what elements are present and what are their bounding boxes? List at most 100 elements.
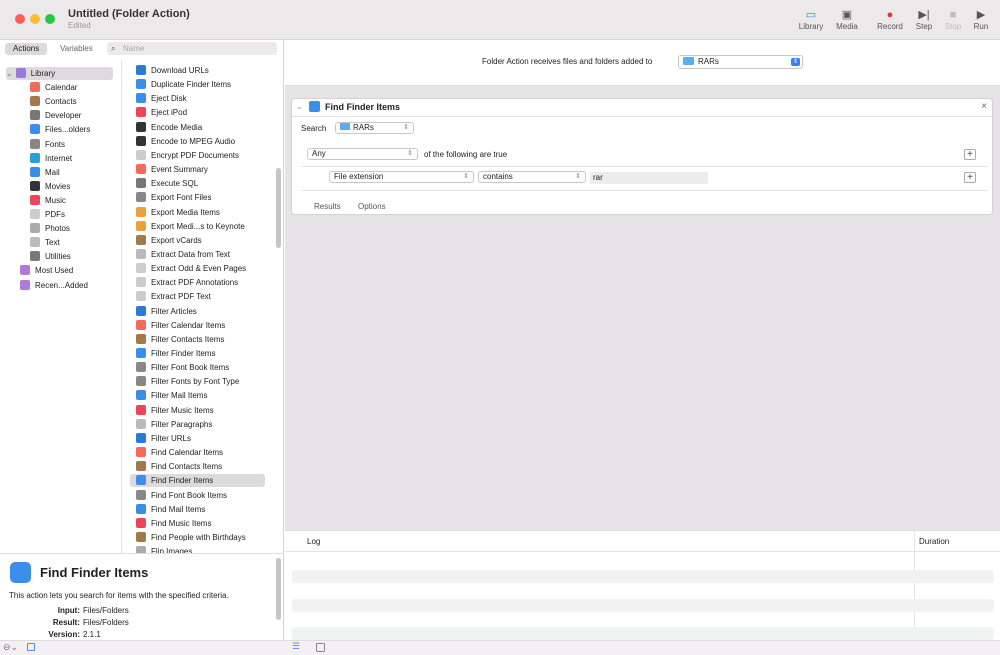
- workflow-header: Folder Action receives files and folders…: [285, 40, 1000, 86]
- music-icon: [30, 195, 40, 205]
- chevron-down-icon[interactable]: ⌄: [6, 69, 13, 78]
- action-list-item[interactable]: Extract PDF Annotations: [130, 276, 265, 289]
- list-view-icon[interactable]: ☰: [292, 641, 300, 652]
- action-list-item[interactable]: Filter Finder Items: [130, 347, 265, 360]
- action-list-item[interactable]: Find Finder Items: [130, 474, 265, 487]
- action-list-item[interactable]: Find Font Book Items: [130, 489, 265, 502]
- tab-variables[interactable]: Variables: [52, 43, 101, 55]
- sidebar-item-pdfs[interactable]: PDFs: [30, 208, 65, 221]
- action-list-item[interactable]: Event Summary: [130, 163, 265, 176]
- action-icon: [136, 461, 146, 471]
- operator-select[interactable]: contains⇕: [478, 171, 586, 183]
- record-button[interactable]: ●Record: [872, 8, 908, 31]
- action-list-item[interactable]: Filter Music Items: [130, 404, 265, 417]
- sidebar-item-calendar[interactable]: Calendar: [30, 81, 77, 94]
- action-list-item[interactable]: Filter URLs: [130, 432, 265, 445]
- log-column-header[interactable]: Log: [307, 537, 320, 546]
- input-value: Files/Folders: [83, 606, 129, 615]
- action-list-item[interactable]: Execute SQL: [130, 177, 265, 190]
- action-icon: [136, 518, 146, 528]
- action-list-item[interactable]: Encrypt PDF Documents: [130, 149, 265, 162]
- search-placeholder: Name: [123, 44, 144, 53]
- action-list-item[interactable]: Find People with Birthdays: [130, 531, 265, 544]
- action-list-item[interactable]: Flip Images: [130, 545, 265, 553]
- close-icon[interactable]: ×: [981, 101, 987, 112]
- tab-actions[interactable]: Actions: [5, 43, 47, 55]
- sidebar-item-movies[interactable]: Movies: [30, 180, 70, 193]
- action-label: Filter Font Book Items: [151, 363, 229, 372]
- tab-options[interactable]: Options: [358, 202, 386, 211]
- sidebar-item-mail[interactable]: Mail: [30, 166, 60, 179]
- sidebar-item-developer[interactable]: Developer: [30, 109, 81, 122]
- action-list-item[interactable]: Filter Mail Items: [130, 389, 265, 402]
- action-list-item[interactable]: Extract Odd & Even Pages: [130, 262, 265, 275]
- action-icon: [136, 348, 146, 358]
- run-button[interactable]: ▶Run: [963, 8, 999, 31]
- action-list-item[interactable]: Find Mail Items: [130, 503, 265, 516]
- description-toggle-icon[interactable]: [27, 643, 35, 651]
- search-folder-select[interactable]: RARs⇕: [335, 122, 414, 134]
- action-list-item[interactable]: Find Contacts Items: [130, 460, 265, 473]
- action-label: Event Summary: [151, 165, 208, 174]
- action-list-item[interactable]: Encode to MPEG Audio: [130, 135, 265, 148]
- action-icon: [136, 150, 146, 160]
- bottom-bar: ⊖⌄ ☰: [0, 640, 1000, 655]
- action-list-item[interactable]: Export Font Files: [130, 191, 265, 204]
- action-menu-icon[interactable]: ⊖⌄: [3, 642, 18, 653]
- add-criteria-button[interactable]: +: [964, 149, 976, 160]
- action-list-item[interactable]: Eject iPod: [130, 106, 265, 119]
- action-list-item[interactable]: Filter Calendar Items: [130, 319, 265, 332]
- action-list-item[interactable]: Filter Contacts Items: [130, 333, 265, 346]
- action-list-item[interactable]: Eject Disk: [130, 92, 265, 105]
- tab-results[interactable]: Results: [314, 202, 341, 211]
- actions-scrollbar[interactable]: [276, 168, 281, 248]
- duration-column-header[interactable]: Duration: [919, 537, 949, 546]
- action-list-item[interactable]: Export vCards: [130, 234, 265, 247]
- sidebar-item-utilities[interactable]: Utilities: [30, 250, 71, 263]
- action-list-item[interactable]: Extract PDF Text: [130, 290, 265, 303]
- sidebar-item-library[interactable]: ⌄Library: [6, 67, 113, 80]
- action-list-item[interactable]: Filter Articles: [130, 305, 265, 318]
- action-list-item[interactable]: Export Media Items: [130, 206, 265, 219]
- window-title: Untitled (Folder Action): [68, 8, 190, 20]
- sidebar-item-files-olders[interactable]: Files...olders: [30, 123, 90, 136]
- action-list-item[interactable]: Download URLs: [130, 64, 265, 77]
- search-input[interactable]: ⌕ Name: [107, 42, 277, 55]
- sidebar-item-most-used[interactable]: Most Used: [20, 264, 73, 277]
- folder-select[interactable]: RARs ⇕: [678, 55, 803, 69]
- action-label: Extract PDF Text: [151, 292, 211, 301]
- disclosure-chevron-icon[interactable]: ⌄: [296, 102, 303, 111]
- value-input[interactable]: rar: [590, 172, 708, 184]
- sidebar-item-text[interactable]: Text: [30, 236, 60, 249]
- search-icon: ⌕: [111, 42, 115, 55]
- library-button[interactable]: ▭Library: [793, 8, 829, 31]
- close-window-button[interactable]: [15, 14, 25, 24]
- sidebar-item-recen-added[interactable]: Recen...Added: [20, 279, 88, 292]
- add-condition-button[interactable]: +: [964, 172, 976, 183]
- media-button[interactable]: ▣Media: [829, 8, 865, 31]
- minimize-window-button[interactable]: [30, 14, 40, 24]
- action-list-item[interactable]: Filter Font Book Items: [130, 361, 265, 374]
- action-list-item[interactable]: Filter Fonts by Font Type: [130, 375, 265, 388]
- match-select[interactable]: Any⇕: [307, 148, 418, 160]
- action-list-item[interactable]: Encode Media: [130, 121, 265, 134]
- sidebar-item-photos[interactable]: Photos: [30, 222, 70, 235]
- sidebar-item-music[interactable]: Music: [30, 194, 66, 207]
- sidebar-item-contacts[interactable]: Contacts: [30, 95, 77, 108]
- action-list-item[interactable]: Extract Data from Text: [130, 248, 265, 261]
- action-list-item[interactable]: Find Calendar Items: [130, 446, 265, 459]
- sidebar-item-fonts[interactable]: Fonts: [30, 138, 65, 151]
- action-list-item[interactable]: Filter Paragraphs: [130, 418, 265, 431]
- sidebar-item-internet[interactable]: Internet: [30, 152, 72, 165]
- action-list-item[interactable]: Export Medi...s to Keynote: [130, 220, 265, 233]
- chevron-updown-icon: ⇕: [407, 149, 413, 159]
- action-icon: [136, 376, 146, 386]
- zoom-window-button[interactable]: [45, 14, 55, 24]
- action-list-item[interactable]: Find Music Items: [130, 517, 265, 530]
- description-scrollbar[interactable]: [276, 558, 281, 620]
- attribute-select[interactable]: File extension⇕: [329, 171, 474, 183]
- pdf-icon: [30, 209, 40, 219]
- action-list-item[interactable]: Duplicate Finder Items: [130, 78, 265, 91]
- split-view-icon[interactable]: [316, 643, 325, 652]
- action-icon: [136, 433, 146, 443]
